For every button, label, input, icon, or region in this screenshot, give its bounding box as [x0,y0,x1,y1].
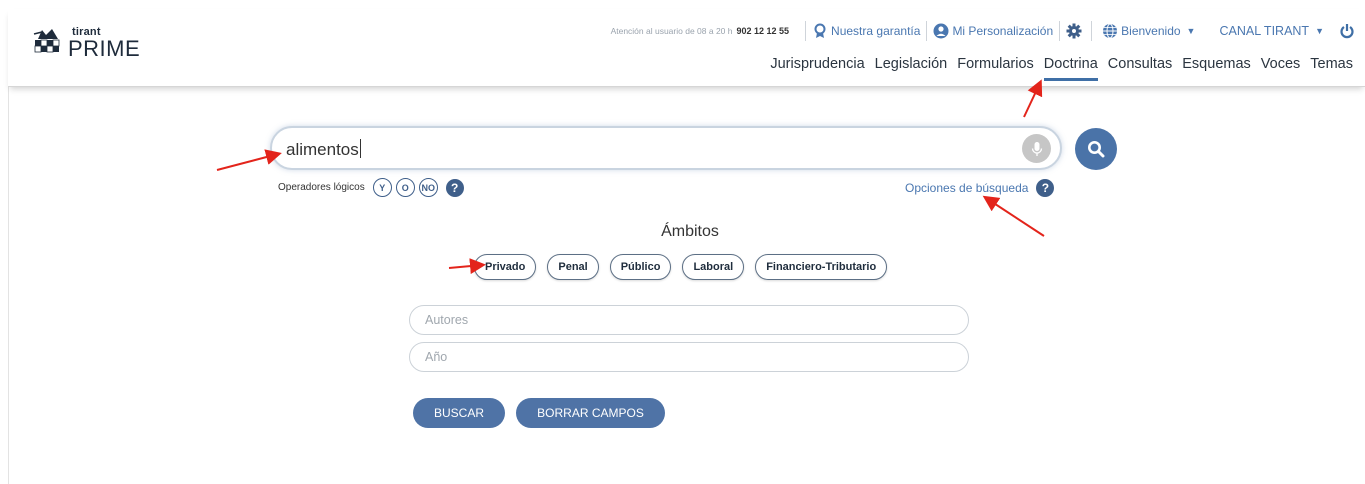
ambitos-chips: Privado Penal Público Laboral Financiero… [474,254,898,280]
personalization-link[interactable]: Mi Personalización [933,23,1053,39]
divider [805,21,807,41]
ambitos-heading: Ámbitos [661,223,719,240]
search-input[interactable]: alimentos [270,126,1062,170]
nav-voces[interactable]: Voces [1261,56,1301,81]
chip-financiero-tributario[interactable]: Financiero-Tributario [755,254,888,280]
text-cursor [359,139,361,158]
power-icon [1340,24,1354,39]
nav-esquemas[interactable]: Esquemas [1182,56,1251,81]
nav-temas[interactable]: Temas [1310,56,1353,81]
logo-big-text: PRIME [68,36,141,61]
borrar-campos-button[interactable]: BORRAR CAMPOS [516,398,665,428]
chip-penal[interactable]: Penal [547,254,599,280]
search-options: Opciones de búsqueda ? [905,179,1055,197]
buscar-button[interactable]: BUSCAR [413,398,505,428]
settings-button[interactable] [1066,23,1085,39]
top-utility-bar: Atención al usuario de 08 a 20 h 902 12 … [611,19,1357,43]
nav-jurisprudencia[interactable]: Jurisprudencia [770,56,864,81]
nav-doctrina[interactable]: Doctrina [1043,56,1098,81]
chip-publico[interactable]: Público [609,254,672,280]
phone-number: 902 12 12 55 [736,26,790,36]
operator-o-button[interactable]: O [395,178,415,197]
knight-logo-icon [33,29,60,53]
tirant-prime-logo[interactable]: tirant PRIME [32,22,162,70]
chip-laboral[interactable]: Laboral [682,254,745,280]
anio-input[interactable] [423,349,957,365]
chip-privado[interactable]: Privado [474,254,537,280]
microphone-icon [1031,141,1042,156]
logout-button[interactable] [1340,23,1357,39]
search-icon [1088,141,1105,158]
logical-operators: Operadores lógicos Y O NO ? [278,178,464,197]
globe-icon [1103,23,1118,39]
caret-down-icon: ▼ [1315,26,1324,36]
nav-formularios[interactable]: Formularios [957,56,1034,81]
autores-field[interactable] [409,305,969,335]
operators-help-icon[interactable]: ? [445,178,464,197]
attention-text: Atención al usuario de 08 a 20 h [610,26,733,36]
search-value: alimentos [286,140,359,159]
search-button[interactable] [1075,128,1117,170]
guarantee-label: Nuestra garantía [831,24,921,38]
voice-search-button[interactable] [1022,134,1051,163]
welcome-dropdown[interactable]: Bienvenido ▼ [1102,23,1195,39]
award-icon [814,23,826,38]
guarantee-link[interactable]: Nuestra garantía [812,23,920,39]
options-help-icon[interactable]: ? [1036,179,1055,197]
header: tirant PRIME Atención al usuario de 08 a… [8,9,1365,87]
anio-field[interactable] [409,342,969,372]
personalization-label: Mi Personalización [952,24,1054,38]
caret-down-icon: ▼ [1186,26,1196,36]
operators-label: Operadores lógicos [278,182,365,193]
autores-input[interactable] [423,312,957,328]
nav-consultas[interactable]: Consultas [1108,56,1172,81]
divider [926,21,928,41]
user-circle-icon [933,23,949,39]
channel-dropdown[interactable]: CANAL TIRANT ▼ [1219,24,1324,38]
divider [1091,21,1093,41]
operator-no-button[interactable]: NO [418,178,438,197]
search-options-link[interactable]: Opciones de búsqueda [905,181,1028,195]
welcome-label: Bienvenido [1121,24,1181,38]
divider [1059,21,1061,41]
main-nav: Jurisprudencia Legislación Formularios D… [760,56,1353,81]
nav-legislacion[interactable]: Legislación [875,56,948,81]
operator-y-button[interactable]: Y [372,178,392,197]
gear-icon [1066,23,1082,39]
channel-label: CANAL TIRANT [1219,24,1310,38]
